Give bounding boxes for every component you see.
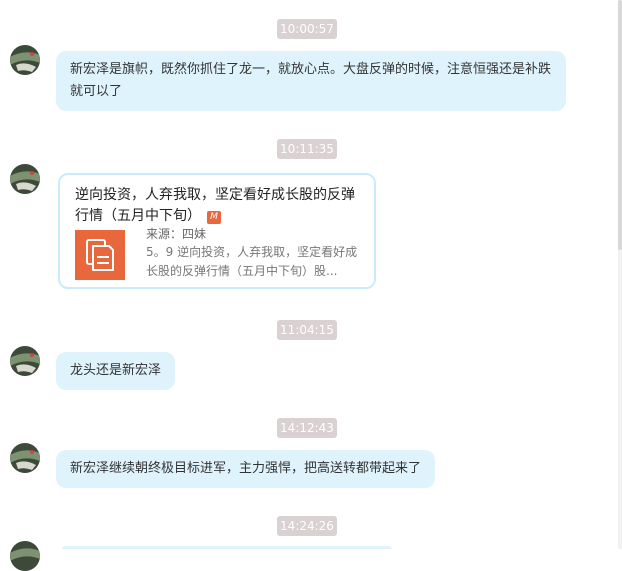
avatar-image <box>10 45 40 75</box>
card-description: 5。9 逆向投资，人弃我取，坚定看好成长股的反弹行情（五月中下旬）股... <box>146 245 358 278</box>
scrollbar-thumb[interactable] <box>618 0 622 250</box>
message-text: 新宏泽是旗帜，既然你抓住了龙一，就放心点。大盘反弹的时候，注意恒强还是补跌就可以… <box>70 62 552 99</box>
avatar[interactable] <box>10 541 40 571</box>
avatar-image <box>10 346 40 376</box>
avatar[interactable] <box>10 164 40 194</box>
message-bubble[interactable]: 龙头还是新宏泽 <box>56 352 176 390</box>
card-title: 逆向投资，人弃我取，坚定看好成长股的反弹行情（五月中下旬） M <box>75 185 365 227</box>
timestamp: 11:04:15 <box>277 320 337 340</box>
timestamp: 14:12:43 <box>277 418 337 438</box>
timestamp: 10:00:57 <box>277 19 337 39</box>
article-card[interactable]: 逆向投资，人弃我取，坚定看好成长股的反弹行情（五月中下旬） M 来源：四妹 5。9… <box>58 173 376 289</box>
avatar[interactable] <box>10 346 40 376</box>
article-badge-icon: M <box>207 211 221 224</box>
avatar-image <box>10 443 40 473</box>
timestamp: 10:11:35 <box>277 139 337 159</box>
card-source: 来源：四妹 <box>146 227 207 241</box>
avatar-image <box>10 541 40 571</box>
avatar-image <box>10 164 40 194</box>
message-text: 龙头还是新宏泽 <box>70 363 162 378</box>
avatar[interactable] <box>10 443 40 473</box>
timestamp: 14:24:26 <box>277 516 337 536</box>
avatar[interactable] <box>10 45 40 75</box>
document-icon <box>75 230 125 280</box>
message-text: 新宏泽继续朝终极目标进军，主力强悍，把高送转都带起来了 <box>70 461 422 476</box>
message-bubble[interactable]: 新宏泽继续朝终极目标进军，主力强悍，把高送转都带起来了 <box>56 450 436 488</box>
message-bubble[interactable]: 新宏泽是旗帜，既然你抓住了龙一，就放心点。大盘反弹的时候，注意恒强还是补跌就可以… <box>56 51 566 111</box>
